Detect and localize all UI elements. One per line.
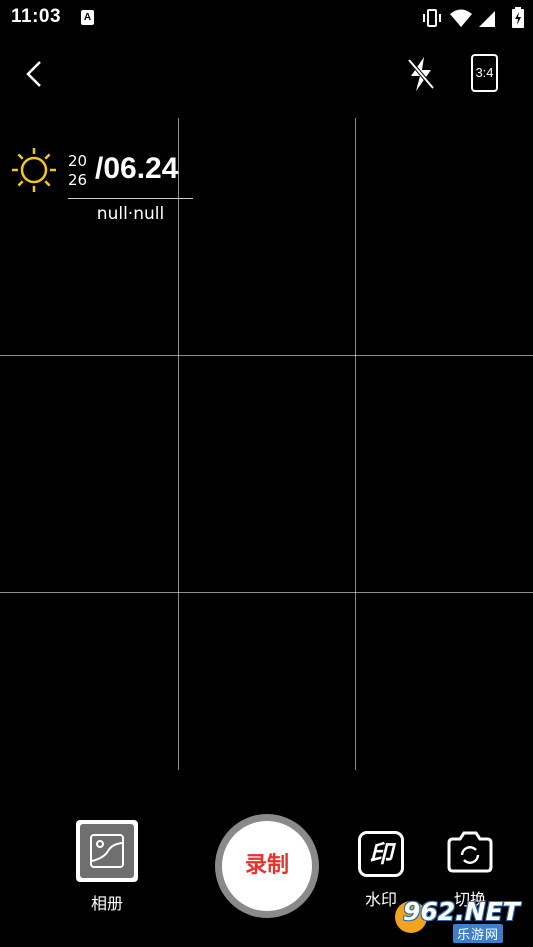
- gallery-icon: [90, 834, 124, 868]
- watermark-date: /06.24: [95, 152, 179, 185]
- site-watermark-logo: 962.NET 乐游网: [395, 895, 530, 943]
- record-label: 录制: [222, 821, 312, 911]
- date-watermark[interactable]: 20 26 /06.24 null·null: [10, 146, 200, 226]
- sun-icon: [12, 148, 56, 192]
- watermark-button[interactable]: 印: [358, 831, 404, 877]
- switch-camera-icon[interactable]: [445, 829, 495, 875]
- site-logo-main: 962.NET: [403, 897, 520, 926]
- album-label: 相册: [90, 894, 123, 913]
- notification-badge: A: [81, 10, 94, 25]
- flash-off-icon[interactable]: [402, 54, 440, 94]
- camera-topbar: 3:4: [0, 44, 533, 104]
- grid-line-horizontal-1: [0, 355, 533, 356]
- wifi-icon: [450, 9, 472, 27]
- status-time: 11:03: [11, 6, 62, 27]
- back-icon[interactable]: [18, 56, 54, 92]
- watermark-year-top: 20: [68, 152, 88, 170]
- watermark-location: null·null: [96, 204, 165, 224]
- record-button[interactable]: 录制: [215, 814, 319, 918]
- status-bar: 11:03 A: [0, 0, 533, 36]
- watermark-year-bottom: 26: [68, 171, 88, 189]
- album-thumbnail: [80, 824, 134, 878]
- grid-line-horizontal-2: [0, 592, 533, 593]
- grid-line-vertical-2: [355, 118, 356, 770]
- watermark-year: 20 26: [68, 152, 90, 190]
- signal-icon: [479, 11, 495, 27]
- watermark-divider: [68, 198, 193, 199]
- battery-icon: [512, 7, 524, 28]
- aspect-ratio-button[interactable]: 3:4: [471, 54, 498, 92]
- album-button[interactable]: [76, 820, 138, 882]
- site-logo-sub: 乐游网: [453, 924, 504, 943]
- vibrate-icon: [423, 9, 441, 27]
